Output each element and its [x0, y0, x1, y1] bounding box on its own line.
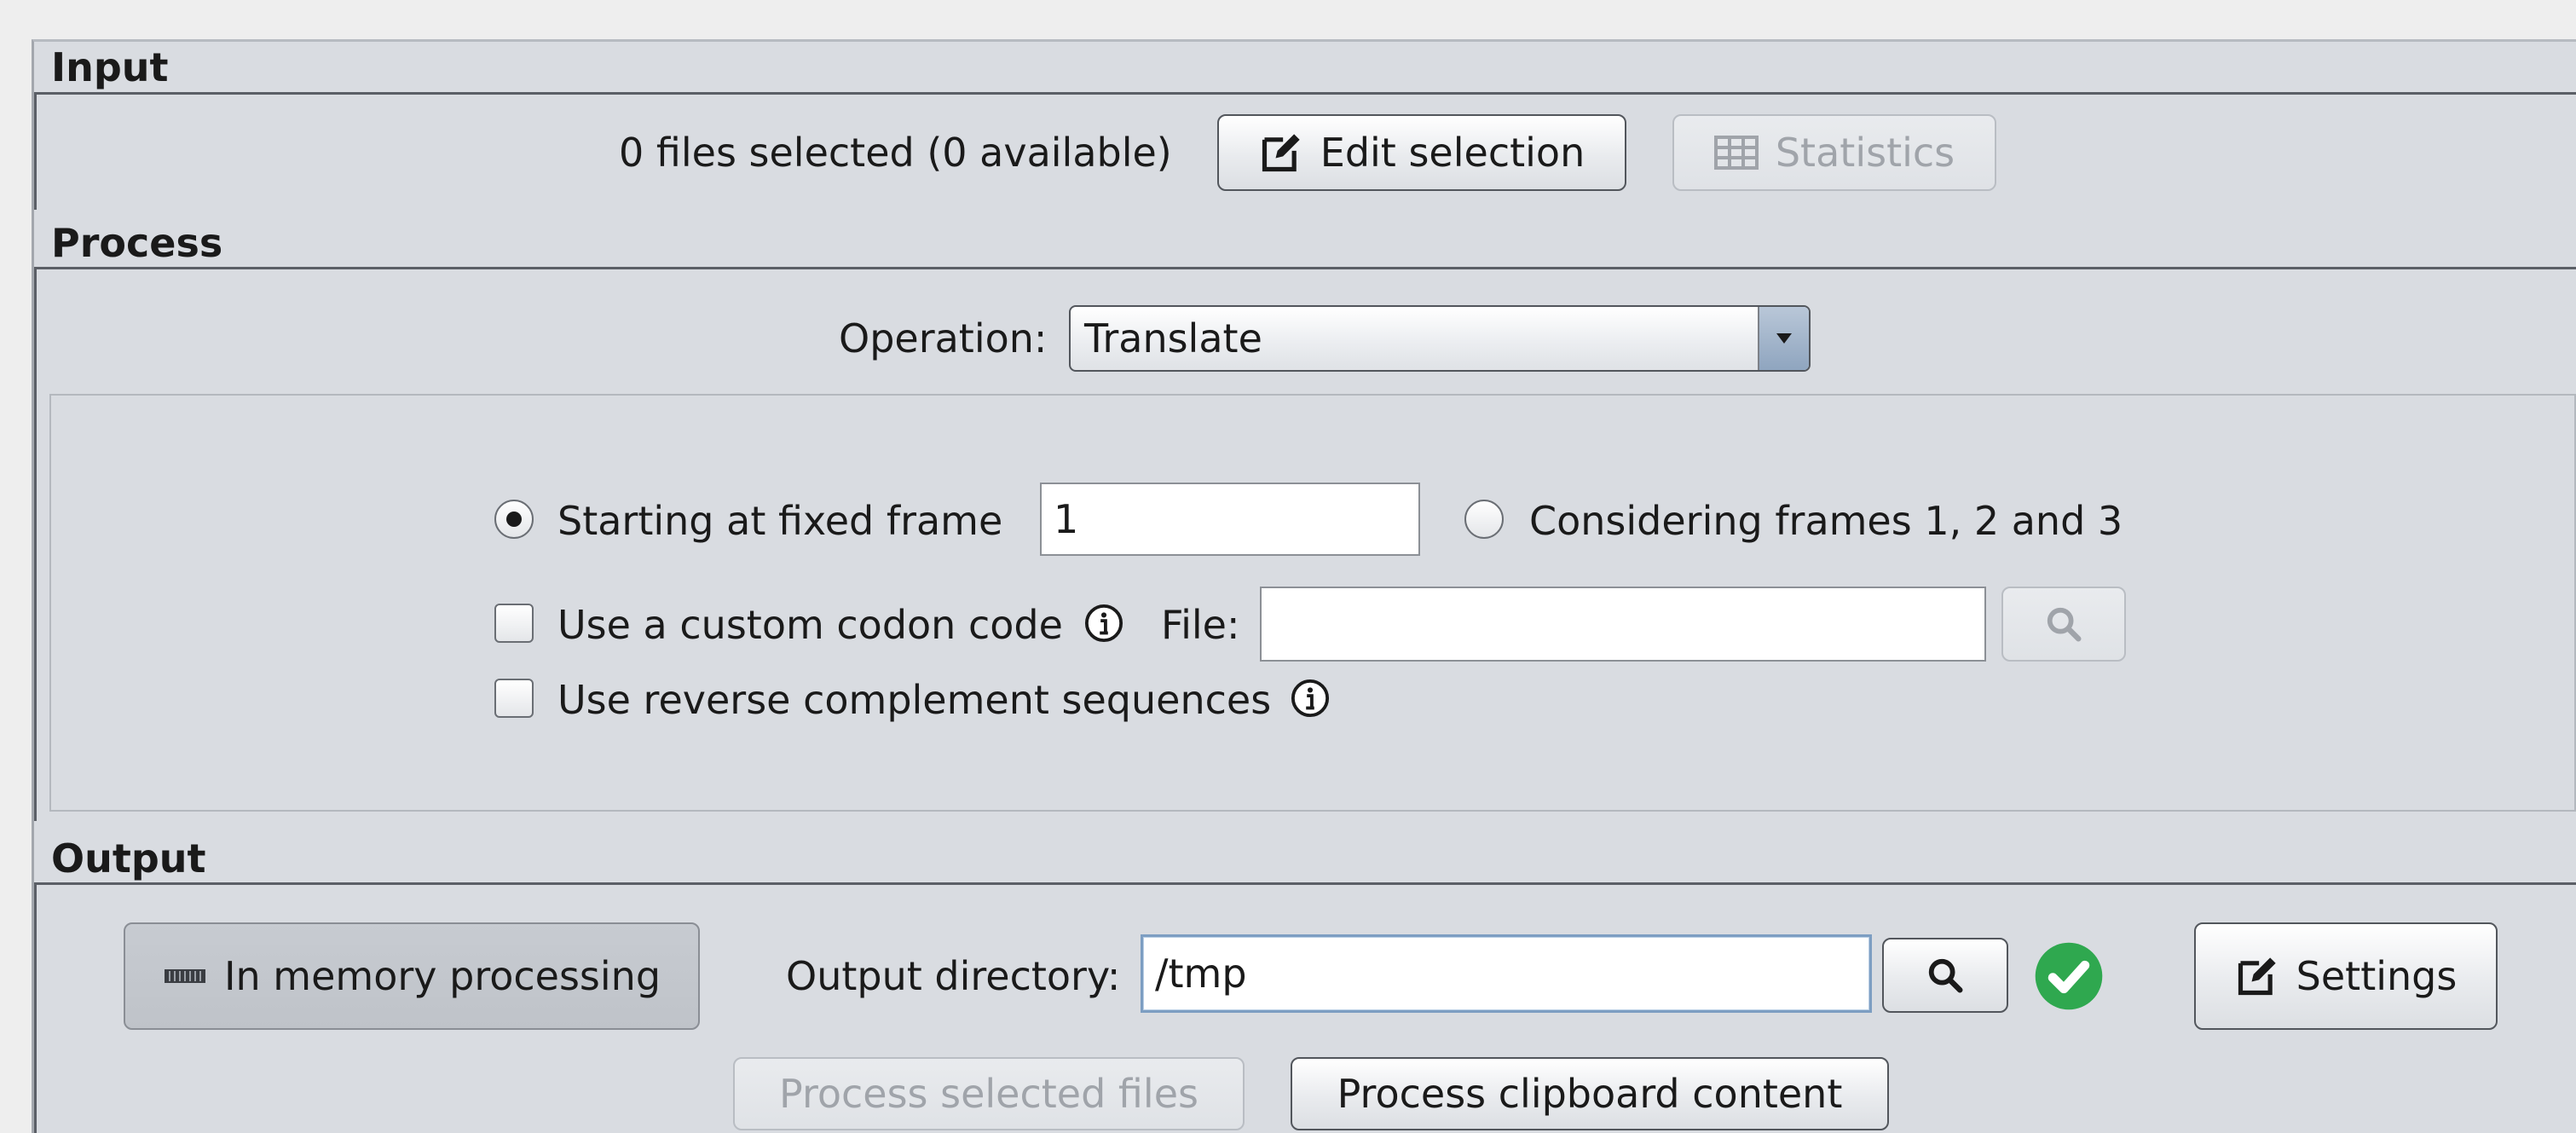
fixed-frame-radio[interactable]: [494, 500, 534, 539]
reverse-complement-checkbox[interactable]: [494, 679, 534, 718]
process-section-title: Process: [51, 220, 223, 266]
edit-icon: [1262, 134, 1300, 172]
output-directory-browse-button[interactable]: [1882, 938, 2008, 1013]
in-memory-processing-toggle[interactable]: In memory processing: [124, 922, 700, 1030]
process-clipboard-button[interactable]: Process clipboard content: [1291, 1057, 1889, 1130]
statistics-label: Statistics: [1775, 130, 1955, 176]
output-directory-input[interactable]: /tmp: [1141, 934, 1872, 1013]
check-circle-icon: [2035, 942, 2103, 1010]
fixed-frame-input[interactable]: 1: [1040, 483, 1420, 556]
in-memory-processing-label: In memory processing: [223, 953, 661, 999]
process-selected-files-button[interactable]: Process selected files: [733, 1057, 1245, 1130]
info-icon: [1084, 604, 1123, 643]
output-directory-label: Output directory:: [786, 953, 1121, 999]
search-icon: [1928, 958, 1963, 993]
settings-label: Settings: [2296, 953, 2458, 999]
edit-icon: [2238, 957, 2276, 996]
info-icon: [1291, 679, 1330, 718]
process-selected-files-label: Process selected files: [779, 1071, 1198, 1117]
codon-file-browse-button[interactable]: [2001, 587, 2126, 662]
radio-selected-dot: [506, 512, 522, 527]
custom-codon-checkbox[interactable]: [494, 604, 534, 643]
codon-file-input[interactable]: [1260, 587, 1986, 662]
dropdown-arrow-icon: [1758, 307, 1809, 370]
custom-codon-label[interactable]: Use a custom codon code: [557, 605, 1063, 645]
settings-button[interactable]: Settings: [2194, 922, 2498, 1030]
edit-selection-button[interactable]: Edit selection: [1217, 114, 1626, 191]
file-label: File:: [1161, 602, 1240, 648]
edit-selection-label: Edit selection: [1320, 130, 1585, 176]
all-frames-radio[interactable]: [1464, 500, 1504, 539]
fixed-frame-label[interactable]: Starting at fixed frame: [557, 501, 1002, 540]
search-icon: [2047, 607, 2082, 642]
files-selected-status: 0 files selected (0 available): [619, 130, 1172, 176]
output-section-title: Output: [51, 835, 206, 882]
all-frames-label[interactable]: Considering frames 1, 2 and 3: [1529, 501, 2123, 540]
input-section-title: Input: [51, 44, 169, 90]
process-clipboard-label: Process clipboard content: [1337, 1071, 1843, 1117]
statistics-button[interactable]: Statistics: [1672, 114, 1996, 191]
operation-label: Operation:: [839, 315, 1048, 361]
memory-icon: [164, 969, 205, 983]
operation-select[interactable]: Translate: [1069, 305, 1811, 372]
operation-selected-value: Translate: [1084, 315, 1262, 361]
table-icon: [1713, 136, 1759, 170]
reverse-complement-label[interactable]: Use reverse complement sequences: [557, 680, 1271, 720]
